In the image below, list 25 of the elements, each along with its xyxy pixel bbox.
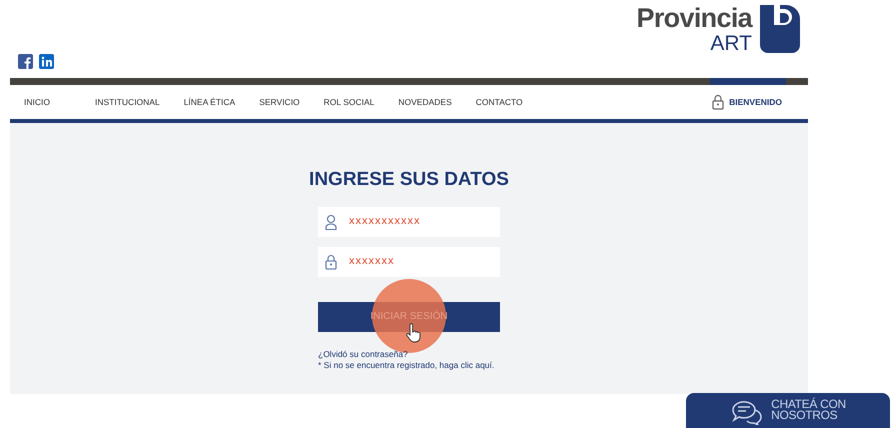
- nav-link[interactable]: ROL SOCIAL: [324, 96, 398, 108]
- form-title: INGRESE SUS DATOS: [308, 168, 510, 192]
- logo-text: Provincia: [636, 5, 752, 32]
- nav-link[interactable]: SERVICIO: [259, 96, 324, 108]
- username-input[interactable]: xxxxxxxxxxx: [349, 213, 500, 230]
- help-link[interactable]: * Si no se encuentra registrado, haga clic aquí.: [318, 360, 500, 370]
- linkedin-icon[interactable]: [39, 54, 54, 69]
- logo-subtext: ART: [710, 33, 752, 54]
- hand-cursor-icon: [406, 322, 422, 342]
- nav-link[interactable]: INSTITUCIONAL: [95, 96, 184, 108]
- user-icon: [325, 214, 337, 230]
- chat-button[interactable]: CHATEÁ CON NOSOTROS: [686, 393, 890, 428]
- padlock-icon: [712, 94, 724, 110]
- padlock-icon: [325, 254, 337, 270]
- nav-link[interactable]: INICIO: [10, 96, 95, 108]
- help-link[interactable]: ¿Olvidó su contraseña?: [318, 348, 500, 360]
- facebook-icon[interactable]: [18, 54, 33, 69]
- account-link[interactable]: BIENVENIDO: [729, 96, 782, 108]
- logo-icon: [760, 5, 800, 53]
- nav-link[interactable]: NOVEDADES: [398, 96, 476, 108]
- nav-link[interactable]: CONTACTO: [476, 96, 547, 108]
- username-field[interactable]: xxxxxxxxxxx: [318, 206, 500, 236]
- password-field[interactable]: xxxxxxx: [318, 246, 500, 276]
- nav-link[interactable]: LÍNEA ÉTICA: [184, 96, 260, 108]
- password-input[interactable]: xxxxxxx: [349, 253, 500, 270]
